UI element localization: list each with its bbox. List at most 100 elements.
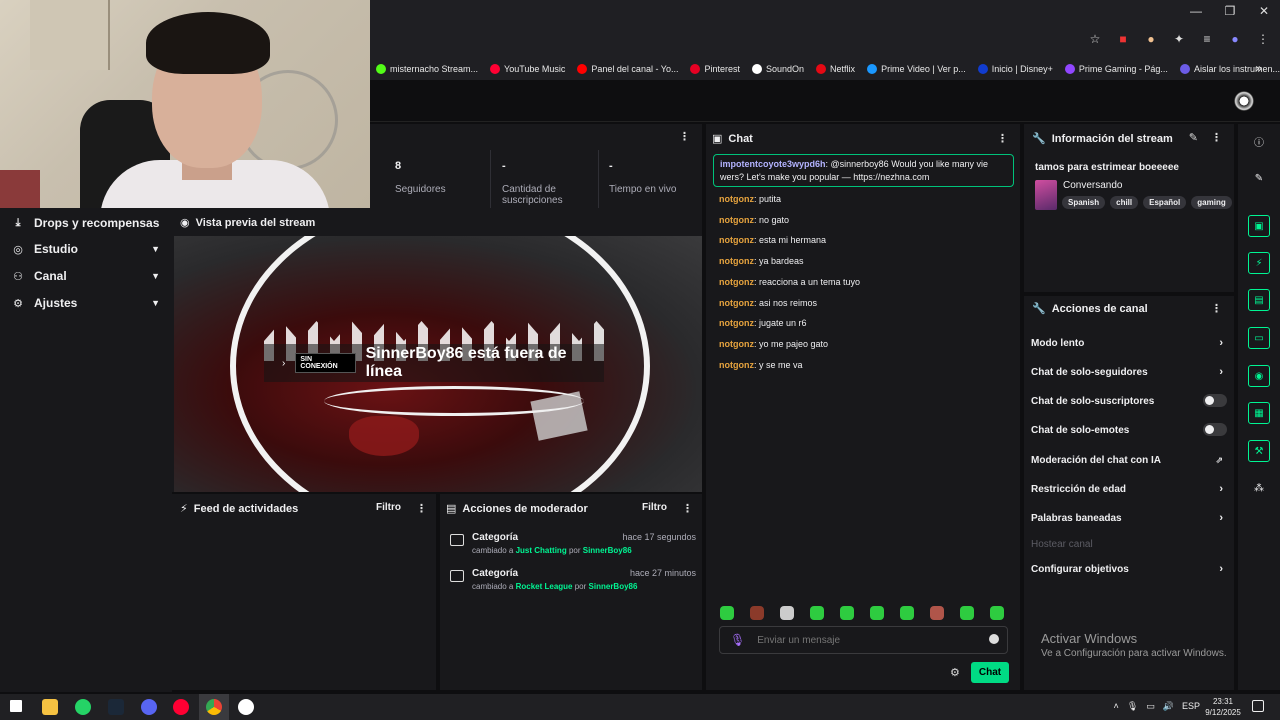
whatsapp-icon[interactable] <box>75 699 91 715</box>
chat-message[interactable]: notgonz: no gato <box>719 215 789 225</box>
steam-icon[interactable] <box>108 699 124 715</box>
action-objetivos[interactable]: Configurar objetivos › <box>1031 563 1227 575</box>
emote-icon[interactable] <box>750 606 764 620</box>
chat-username[interactable]: notgonz <box>719 339 754 349</box>
pencil-icon[interactable]: ✎ <box>1248 167 1270 189</box>
chrome-icon[interactable] <box>206 699 222 715</box>
network-icon[interactable]: ▭ <box>1146 701 1155 712</box>
emote-icon[interactable] <box>810 606 824 620</box>
chat-input[interactable] <box>757 634 978 646</box>
menu-icon[interactable]: ⋮ <box>1256 32 1270 46</box>
avatar[interactable] <box>1234 91 1254 111</box>
action-moderacion-ia[interactable]: Moderación del chat con IA ⇗ <box>1031 455 1227 466</box>
profile-icon[interactable]: ● <box>1228 32 1242 46</box>
tag[interactable]: gaming <box>1191 196 1232 209</box>
obs-icon[interactable] <box>238 699 254 715</box>
bookmark-item[interactable]: Netflix <box>816 64 855 74</box>
emote-icon[interactable] <box>930 606 944 620</box>
chat-message[interactable]: notgonz: jugate un r6 <box>719 318 807 328</box>
microphone-icon[interactable]: 🎙 <box>1127 701 1138 712</box>
nav-drops[interactable]: ⤓ Drops y recompensas <box>12 216 160 230</box>
chat-send-button[interactable]: Chat <box>971 662 1009 683</box>
lightning-icon[interactable]: ⚡ <box>1248 252 1270 274</box>
stream-preview-video[interactable]: › SIN CONEXIÓN SinnerBoy86 está fuera de… <box>174 236 702 492</box>
emote-icon[interactable] <box>900 606 914 620</box>
info-icon[interactable]: ⓘ <box>1248 130 1270 152</box>
restore-icon[interactable]: ❐ <box>1222 4 1238 18</box>
chat-username[interactable]: notgonz <box>719 194 754 204</box>
nav-canal[interactable]: ⚇ Canal ▼ <box>12 269 160 283</box>
more-options-icon[interactable]: ⋮ <box>682 502 693 515</box>
ad-icon[interactable]: ▦ <box>1248 402 1270 424</box>
bookmarks-more-icon[interactable]: » <box>1255 61 1262 75</box>
chat-message[interactable]: notgonz: yo me pajeo gato <box>719 339 828 349</box>
tag[interactable]: Spanish <box>1062 196 1106 209</box>
chat-bubble-icon[interactable]: ▭ <box>1248 327 1270 349</box>
mod-entry-category[interactable]: Rocket League <box>516 582 573 591</box>
bookmark-item[interactable]: misternacho Stream... <box>376 64 478 74</box>
clip-icon[interactable]: ▣ <box>1248 215 1270 237</box>
file-explorer-icon[interactable] <box>42 699 58 715</box>
bookmark-item[interactable]: Inicio | Disney+ <box>977 64 1053 74</box>
chat-message[interactable]: notgonz: esta mi hermana <box>719 235 826 245</box>
share-icon[interactable]: ⁂ <box>1248 477 1270 499</box>
puzzle-icon[interactable]: ✦ <box>1172 32 1186 46</box>
chat-message[interactable]: notgonz: ya bardeas <box>719 256 804 266</box>
mod-entry-user[interactable]: SinnerBoy86 <box>583 546 632 555</box>
bookmark-item[interactable]: Prime Video | Ver p... <box>867 64 966 74</box>
emote-icon[interactable] <box>990 606 1004 620</box>
chat-message[interactable]: notgonz: reacciona a un tema tuyo <box>719 277 860 287</box>
windows-start-icon[interactable] <box>10 700 22 712</box>
wrench-icon[interactable]: ⚒ <box>1248 440 1270 462</box>
document-icon[interactable]: ▤ <box>1248 289 1270 311</box>
chat-username[interactable]: notgonz <box>719 318 754 328</box>
volume-icon[interactable]: 🔊 <box>1163 701 1174 712</box>
mod-filter-button[interactable]: Filtro <box>642 502 667 513</box>
broadcast-icon[interactable]: ◉ <box>1248 365 1270 387</box>
nav-ajustes[interactable]: ⚙ Ajustes ▼ <box>12 296 160 310</box>
mod-entry-user[interactable]: SinnerBoy86 <box>589 582 638 591</box>
pinned-message[interactable]: impotentcoyote3wypd6h: @sinnerboy86 Woul… <box>713 154 1014 187</box>
chat-username[interactable]: notgonz <box>719 298 754 308</box>
pencil-icon[interactable]: ✎ <box>1189 131 1198 144</box>
more-options-icon[interactable]: ⋮ <box>416 502 427 515</box>
bookmark-item[interactable]: YouTube Music <box>490 64 565 74</box>
more-options-icon[interactable]: ⋮ <box>997 132 1008 145</box>
action-restriccion-edad[interactable]: Restricción de edad › <box>1031 483 1227 495</box>
language-indicator[interactable]: ESP <box>1182 701 1200 712</box>
more-options-icon[interactable]: ⋮ <box>1211 131 1222 144</box>
star-icon[interactable]: ☆ <box>1088 32 1102 46</box>
tag[interactable]: chill <box>1110 196 1139 209</box>
bookmark-item[interactable]: Aislar los instrumen... <box>1179 64 1280 74</box>
more-options-icon[interactable]: ⋮ <box>1211 302 1222 315</box>
nav-estudio[interactable]: ◎ Estudio ▼ <box>12 242 160 256</box>
emote-icon[interactable] <box>840 606 854 620</box>
action-solo-seguidores[interactable]: Chat de solo-seguidores › <box>1031 366 1227 378</box>
chat-username[interactable]: notgonz <box>719 215 754 225</box>
chat-username[interactable]: notgonz <box>719 277 754 287</box>
minimize-icon[interactable]: — <box>1188 4 1204 18</box>
more-options-icon[interactable]: ⋮ <box>679 130 690 143</box>
chat-username[interactable]: notgonz <box>719 360 754 370</box>
toggle-solo-emotes[interactable] <box>1203 423 1227 436</box>
emote-icon[interactable] <box>960 606 974 620</box>
youtube-music-icon[interactable] <box>173 699 189 715</box>
clock[interactable]: 23:31 9/12/2025 <box>1200 696 1246 718</box>
chat-username[interactable]: notgonz <box>719 235 754 245</box>
bookmark-item[interactable]: Panel del canal - Yo... <box>577 64 678 74</box>
tag[interactable]: Español <box>1143 196 1187 209</box>
chat-message[interactable]: notgonz: y se me va <box>719 360 803 370</box>
media-icon[interactable]: ≡ <box>1200 32 1214 46</box>
emoji-icon[interactable] <box>989 634 999 644</box>
extension-icon[interactable]: ● <box>1144 32 1158 46</box>
gear-icon[interactable]: ⚙ <box>950 666 960 679</box>
chat-input-box[interactable]: 🎙 <box>719 626 1008 654</box>
mod-entry-category[interactable]: Just Chatting <box>516 546 567 555</box>
action-palabras-baneadas[interactable]: Palabras baneadas › <box>1031 512 1227 524</box>
emote-icon[interactable] <box>780 606 794 620</box>
feed-filter-button[interactable]: Filtro <box>376 502 401 513</box>
chat-message[interactable]: notgonz: putita <box>719 194 781 204</box>
bookmark-item[interactable]: Pinterest <box>690 64 740 74</box>
emote-icon[interactable] <box>870 606 884 620</box>
bookmark-item[interactable]: Prime Gaming - Pág... <box>1064 64 1168 74</box>
